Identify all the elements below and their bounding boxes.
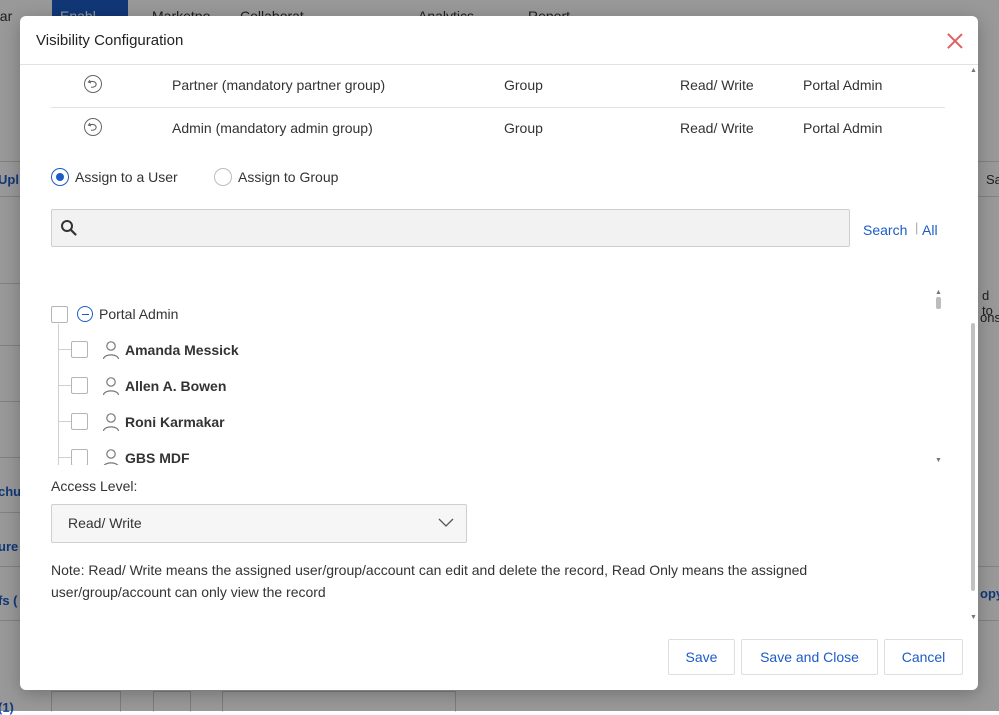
user-tree: Portal Admin Amanda Messick Allen A. Bow… bbox=[51, 289, 946, 465]
save-button[interactable]: Save bbox=[668, 639, 735, 675]
row-name: Admin (mandatory admin group) bbox=[172, 120, 373, 136]
search-input[interactable] bbox=[86, 210, 845, 246]
collapse-icon[interactable] bbox=[77, 306, 93, 322]
tree-user-label: Allen A. Bowen bbox=[125, 378, 227, 394]
visibility-configuration-modal: Visibility Configuration Partner (mandat… bbox=[20, 16, 978, 690]
scroll-up-icon[interactable]: ▲ bbox=[970, 67, 977, 74]
row-access: Read/ Write bbox=[680, 120, 754, 136]
access-level-select[interactable]: Read/ Write bbox=[51, 504, 467, 543]
user-icon bbox=[102, 412, 120, 435]
row-assigned-by: Portal Admin bbox=[803, 77, 883, 93]
row-type: Group bbox=[504, 77, 543, 93]
tree-root-label: Portal Admin bbox=[99, 306, 179, 322]
modal-body: Partner (mandatory partner group) Group … bbox=[20, 65, 978, 626]
radio-dot[interactable] bbox=[51, 168, 69, 186]
row-assigned-by: Portal Admin bbox=[803, 120, 883, 136]
tree-scrollbar[interactable]: ▲ ▼ bbox=[933, 289, 945, 465]
access-level-label: Access Level: bbox=[51, 478, 138, 494]
tree-user-checkbox[interactable] bbox=[71, 341, 88, 358]
tree-user-checkbox[interactable] bbox=[71, 413, 88, 430]
modal-body-scrollbar[interactable]: ▲ ▼ bbox=[968, 65, 978, 626]
search-separator: | bbox=[915, 220, 919, 235]
search-icon bbox=[60, 219, 78, 240]
access-note: Note: Read/ Write means the assigned use… bbox=[51, 562, 808, 600]
row-type: Group bbox=[504, 120, 543, 136]
tree-user-label: GBS MDF bbox=[125, 450, 190, 465]
tree-connector bbox=[58, 385, 71, 386]
table-row: Partner (mandatory partner group) Group … bbox=[51, 65, 945, 107]
row-name: Partner (mandatory partner group) bbox=[172, 77, 386, 93]
access-level-value[interactable]: Read/ Write bbox=[68, 515, 142, 531]
save-and-close-button[interactable]: Save and Close bbox=[741, 639, 878, 675]
radio-dot[interactable] bbox=[214, 168, 232, 186]
user-icon bbox=[102, 376, 120, 399]
undo-icon[interactable] bbox=[84, 118, 102, 136]
row-access: Read/ Write bbox=[680, 77, 754, 93]
tree-user-checkbox[interactable] bbox=[71, 377, 88, 394]
search-link[interactable]: Search bbox=[863, 222, 907, 238]
scroll-up-icon[interactable]: ▲ bbox=[935, 289, 942, 296]
tree-user-checkbox[interactable] bbox=[71, 449, 88, 465]
cancel-button[interactable]: Cancel bbox=[884, 639, 963, 675]
search-box bbox=[51, 209, 850, 247]
scroll-thumb[interactable] bbox=[936, 297, 941, 309]
undo-icon[interactable] bbox=[84, 75, 102, 93]
user-icon bbox=[102, 340, 120, 363]
table-row: Admin (mandatory admin group) Group Read… bbox=[51, 108, 945, 150]
tree-root-checkbox[interactable] bbox=[51, 306, 68, 323]
assign-to-user-label[interactable]: Assign to a User bbox=[75, 169, 178, 185]
close-icon[interactable] bbox=[944, 30, 966, 52]
modal-header: Visibility Configuration bbox=[20, 16, 978, 65]
tree-connector bbox=[58, 349, 71, 350]
tree-user-label: Roni Karmakar bbox=[125, 414, 225, 430]
tree-user-label: Amanda Messick bbox=[125, 342, 239, 358]
all-link[interactable]: All bbox=[922, 222, 938, 238]
user-icon bbox=[102, 448, 120, 465]
tree-connector bbox=[58, 421, 71, 422]
chevron-down-icon[interactable] bbox=[438, 516, 454, 532]
scroll-down-icon[interactable]: ▼ bbox=[935, 457, 942, 464]
scroll-thumb[interactable] bbox=[971, 323, 975, 591]
modal-title: Visibility Configuration bbox=[36, 32, 184, 49]
tree-connector bbox=[58, 324, 59, 465]
scroll-down-icon[interactable]: ▼ bbox=[970, 614, 977, 621]
tree-connector bbox=[58, 457, 71, 458]
assign-to-group-label[interactable]: Assign to Group bbox=[238, 169, 338, 185]
